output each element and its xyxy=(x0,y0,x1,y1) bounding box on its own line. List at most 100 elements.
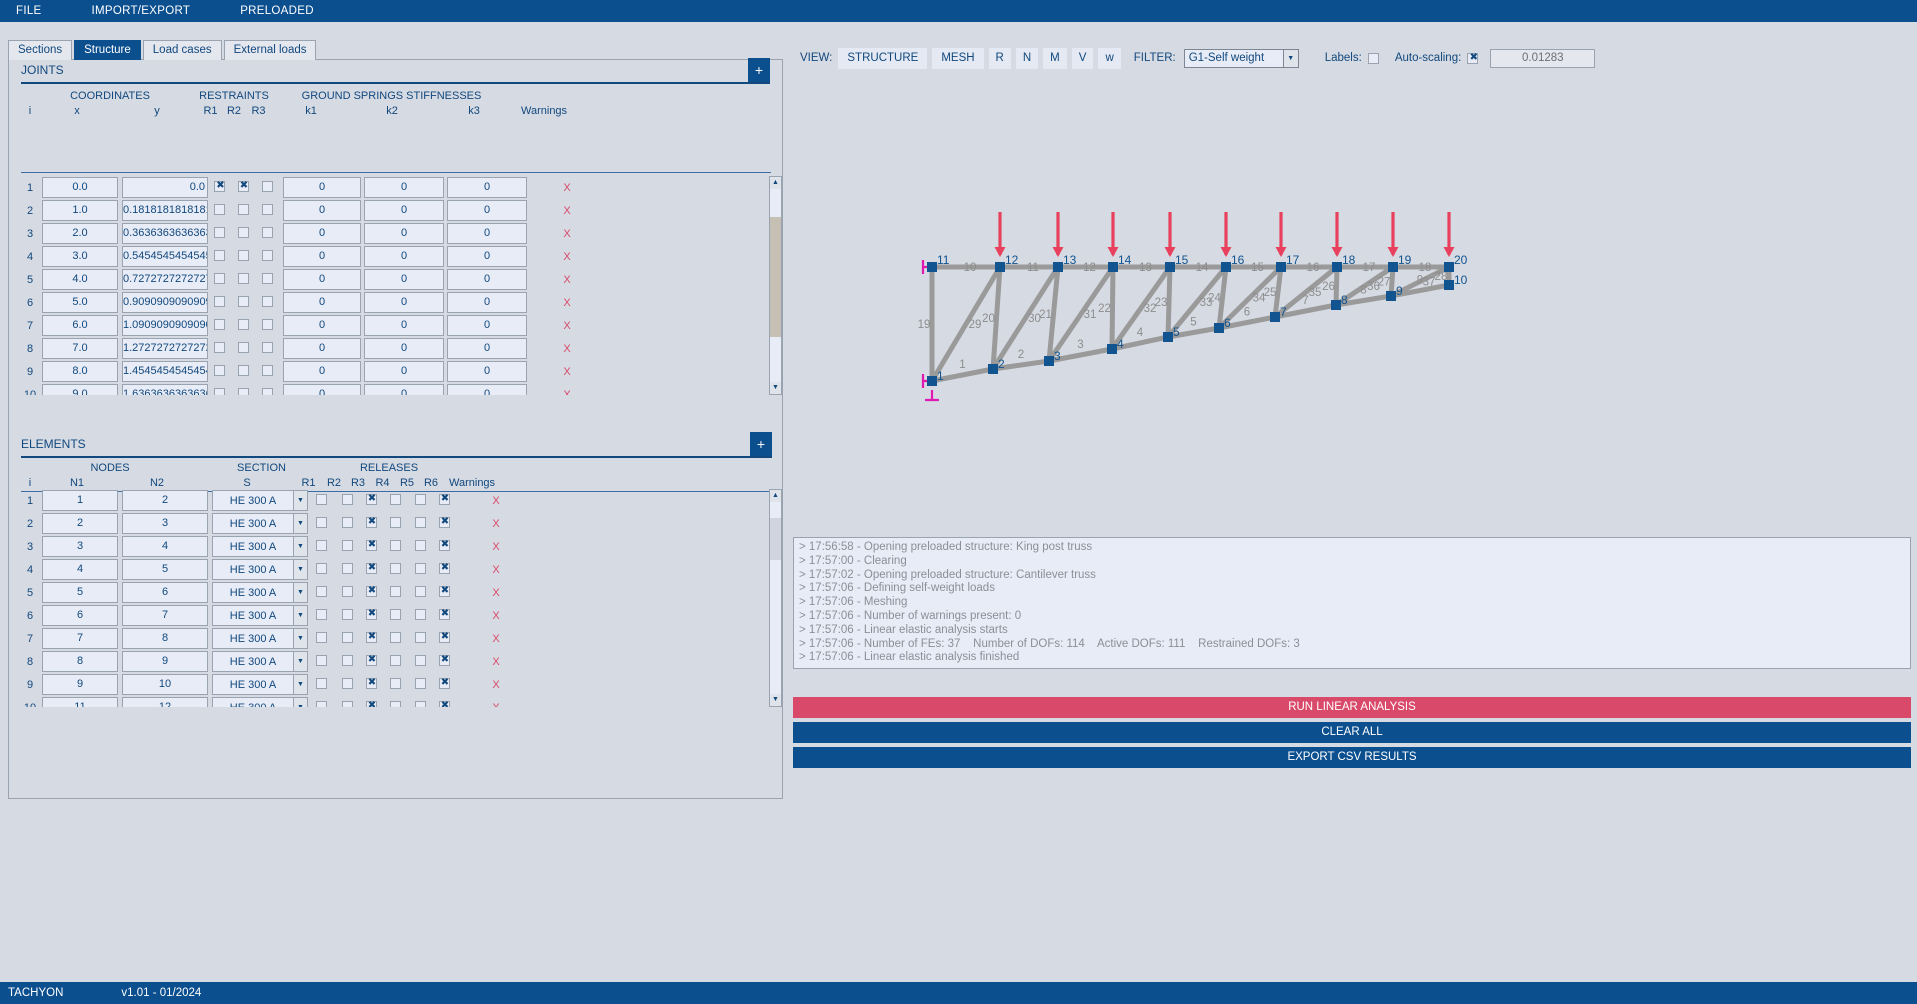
truss-joint[interactable] xyxy=(1044,356,1054,366)
element-n1-field[interactable]: 7 xyxy=(42,628,118,649)
element-r5-checkbox[interactable] xyxy=(415,494,426,505)
element-r3-checkbox[interactable] xyxy=(366,540,377,551)
element-r1-checkbox[interactable] xyxy=(316,678,327,689)
element-r2-checkbox[interactable] xyxy=(342,540,353,551)
tab-structure[interactable]: Structure xyxy=(74,40,141,60)
chevron-down-icon[interactable]: ▼ xyxy=(293,560,307,579)
truss-joint[interactable] xyxy=(1331,300,1341,310)
joint-k3-field[interactable]: 0 xyxy=(447,315,527,336)
elements-table[interactable]: 112HE 300 A▼X223HE 300 A▼X334HE 300 A▼X4… xyxy=(21,489,771,707)
element-r2-checkbox[interactable] xyxy=(342,678,353,689)
joint-y-field[interactable]: 0.18181818181818 xyxy=(122,200,208,221)
element-r6-checkbox[interactable] xyxy=(439,540,450,551)
element-r6-checkbox[interactable] xyxy=(439,563,450,574)
view-button-r[interactable]: R xyxy=(989,48,1011,69)
joint-x-field[interactable]: 9.0 xyxy=(42,384,118,395)
element-n1-field[interactable]: 5 xyxy=(42,582,118,603)
element-r6-checkbox[interactable] xyxy=(439,517,450,528)
view-button-w[interactable]: w xyxy=(1098,48,1120,69)
table-row[interactable]: 10.00.0000X xyxy=(21,176,771,199)
truss-joint[interactable] xyxy=(1386,291,1396,301)
elements-scroll-down-icon[interactable]: ▼ xyxy=(770,694,781,706)
joint-x-field[interactable]: 3.0 xyxy=(42,246,118,267)
element-n1-field[interactable]: 3 xyxy=(42,536,118,557)
element-r6-checkbox[interactable] xyxy=(439,655,450,666)
table-row[interactable]: 109.01.63636363636363000X xyxy=(21,383,771,395)
truss-joint[interactable] xyxy=(988,364,998,374)
element-r3-checkbox[interactable] xyxy=(366,609,377,620)
element-r1-checkbox[interactable] xyxy=(316,586,327,597)
joint-y-field[interactable]: 1.45454545454545 xyxy=(122,361,208,382)
labels-checkbox[interactable] xyxy=(1368,53,1379,64)
element-r3-checkbox[interactable] xyxy=(366,563,377,574)
run-linear-analysis-button[interactable]: RUN LINEAR ANALYSIS xyxy=(793,697,1911,718)
element-r5-checkbox[interactable] xyxy=(415,655,426,666)
element-n2-field[interactable]: 8 xyxy=(122,628,208,649)
table-row[interactable]: 667HE 300 A▼X xyxy=(21,604,771,627)
joints-scroll-thumb[interactable] xyxy=(770,217,781,337)
truss-joint[interactable] xyxy=(1107,344,1117,354)
add-joint-button[interactable]: + xyxy=(748,58,770,82)
joint-r2-checkbox[interactable] xyxy=(238,273,249,284)
element-r4-checkbox[interactable] xyxy=(390,632,401,643)
joint-k3-field[interactable]: 0 xyxy=(447,292,527,313)
truss-joint[interactable] xyxy=(995,262,1005,272)
joint-k1-field[interactable]: 0 xyxy=(283,338,361,359)
element-n2-field[interactable]: 12 xyxy=(122,697,208,707)
element-r2-checkbox[interactable] xyxy=(342,586,353,597)
element-section-dropdown[interactable]: HE 300 A▼ xyxy=(212,536,308,557)
joint-k3-field[interactable]: 0 xyxy=(447,177,527,198)
joints-scroll-down-icon[interactable]: ▼ xyxy=(770,382,781,394)
element-r4-checkbox[interactable] xyxy=(390,494,401,505)
tab-external-loads[interactable]: External loads xyxy=(224,40,317,60)
joint-r3-checkbox[interactable] xyxy=(262,273,273,284)
element-section-dropdown[interactable]: HE 300 A▼ xyxy=(212,697,308,707)
joint-k1-field[interactable]: 0 xyxy=(283,223,361,244)
joint-r3-checkbox[interactable] xyxy=(262,250,273,261)
joint-k1-field[interactable]: 0 xyxy=(283,200,361,221)
joint-k1-field[interactable]: 0 xyxy=(283,177,361,198)
element-n1-field[interactable]: 2 xyxy=(42,513,118,534)
element-r3-checkbox[interactable] xyxy=(366,494,377,505)
joint-r2-checkbox[interactable] xyxy=(238,204,249,215)
joint-r3-checkbox[interactable] xyxy=(262,296,273,307)
element-r4-checkbox[interactable] xyxy=(390,586,401,597)
element-section-dropdown[interactable]: HE 300 A▼ xyxy=(212,605,308,626)
truss-joint[interactable] xyxy=(1276,262,1286,272)
element-r3-checkbox[interactable] xyxy=(366,632,377,643)
add-element-button[interactable]: + xyxy=(750,432,772,456)
joint-r3-checkbox[interactable] xyxy=(262,204,273,215)
element-r6-checkbox[interactable] xyxy=(439,609,450,620)
truss-joint[interactable] xyxy=(1165,262,1175,272)
element-r3-checkbox[interactable] xyxy=(366,678,377,689)
element-r5-checkbox[interactable] xyxy=(415,563,426,574)
joint-r3-checkbox[interactable] xyxy=(262,365,273,376)
joint-r1-checkbox[interactable] xyxy=(214,319,225,330)
element-r4-checkbox[interactable] xyxy=(390,678,401,689)
element-r5-checkbox[interactable] xyxy=(415,586,426,597)
joint-k2-field[interactable]: 0 xyxy=(364,246,444,267)
element-r1-checkbox[interactable] xyxy=(316,701,327,708)
joint-k2-field[interactable]: 0 xyxy=(364,200,444,221)
joint-y-field[interactable]: 0.72727272727272 xyxy=(122,269,208,290)
joint-y-field[interactable]: 1.09090909090909 xyxy=(122,315,208,336)
joint-k3-field[interactable]: 0 xyxy=(447,269,527,290)
joint-r2-checkbox[interactable] xyxy=(238,342,249,353)
view-button-structure[interactable]: STRUCTURE xyxy=(838,48,927,69)
joint-y-field[interactable]: 0.36363636363636 xyxy=(122,223,208,244)
structure-viewport[interactable]: 1234567891011121314151617181920212223242… xyxy=(793,75,1911,525)
element-section-dropdown[interactable]: HE 300 A▼ xyxy=(212,513,308,534)
element-n1-field[interactable]: 9 xyxy=(42,674,118,695)
truss-joint[interactable] xyxy=(1444,262,1454,272)
view-button-mesh[interactable]: MESH xyxy=(932,48,983,69)
view-button-m[interactable]: M xyxy=(1043,48,1067,69)
joint-x-field[interactable]: 5.0 xyxy=(42,292,118,313)
chevron-down-icon[interactable]: ▼ xyxy=(293,583,307,602)
log-console[interactable]: > 17:56:58 - Opening preloaded structure… xyxy=(793,537,1911,669)
element-n2-field[interactable]: 6 xyxy=(122,582,208,603)
element-n1-field[interactable]: 11 xyxy=(42,697,118,707)
joint-r1-checkbox[interactable] xyxy=(214,365,225,376)
truss-joint[interactable] xyxy=(1332,262,1342,272)
joint-k3-field[interactable]: 0 xyxy=(447,338,527,359)
tab-load-cases[interactable]: Load cases xyxy=(143,40,222,60)
